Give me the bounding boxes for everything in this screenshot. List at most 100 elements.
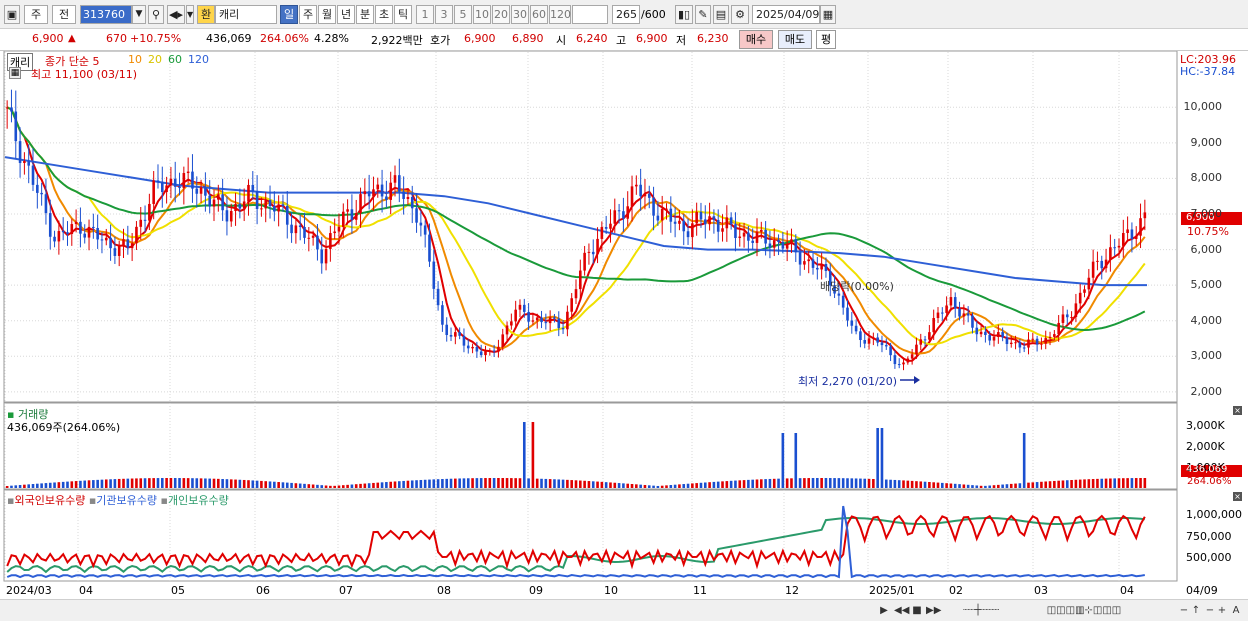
price-tick: 4,000 bbox=[1190, 313, 1223, 327]
volume-bar bbox=[1065, 480, 1069, 488]
gear-icon[interactable]: ⚙ bbox=[731, 5, 749, 24]
forward-icon[interactable]: ▶▶ bbox=[926, 603, 941, 618]
volume-bar bbox=[268, 481, 272, 488]
prev-button[interactable]: 전 bbox=[52, 5, 76, 24]
volume-bar bbox=[186, 478, 190, 488]
candle-body bbox=[932, 318, 935, 333]
candle-body bbox=[160, 182, 164, 193]
candle-body bbox=[708, 216, 711, 225]
calendar-icon[interactable]: ▦ bbox=[820, 5, 836, 24]
table-icon[interactable]: ▦ bbox=[9, 67, 21, 79]
volume-bar bbox=[273, 481, 276, 488]
candle-body bbox=[1104, 259, 1108, 269]
speaker-dropdown-icon[interactable]: ▼ bbox=[186, 5, 194, 24]
volume-bar bbox=[1113, 478, 1116, 488]
stock-name-field[interactable]: 캐리 bbox=[215, 5, 277, 24]
volume-bar bbox=[997, 484, 1000, 488]
volume-bar bbox=[242, 479, 246, 488]
candle-body bbox=[1117, 245, 1121, 248]
zoom-out-icon[interactable]: − bbox=[1204, 603, 1216, 618]
interval-1[interactable]: 1 bbox=[416, 5, 434, 24]
volume-bar bbox=[772, 478, 776, 488]
volume-bar bbox=[841, 478, 845, 488]
zoom-out-small-icon[interactable]: − bbox=[1178, 603, 1190, 618]
volume-bar bbox=[178, 478, 181, 488]
candle-body bbox=[419, 222, 423, 226]
candle-body bbox=[316, 235, 319, 250]
date-input[interactable]: 2025/04/09 bbox=[752, 5, 820, 24]
interval-custom-input[interactable] bbox=[572, 5, 608, 24]
candle-body bbox=[290, 224, 293, 234]
volume-bar bbox=[501, 478, 505, 488]
price-panel-frame bbox=[3, 51, 1178, 403]
candle-body bbox=[613, 210, 617, 224]
candle-body bbox=[186, 171, 190, 174]
volume-bar bbox=[932, 482, 935, 488]
bid-label: 호가 bbox=[430, 34, 451, 47]
up-triangle-icon: ▲ bbox=[68, 33, 76, 44]
close-holdings-icon[interactable]: × bbox=[1233, 492, 1242, 501]
chart-area[interactable]: 캐리 종가 단순 5 10 20 60 120 ▦ 최고 11,100 (03/… bbox=[0, 51, 1248, 599]
interval-20[interactable]: 20 bbox=[492, 5, 510, 24]
volume-bar bbox=[204, 478, 207, 488]
price-tick: 3,000 bbox=[1190, 349, 1223, 363]
volume-bar bbox=[591, 481, 595, 488]
last-pct-label: 10.75% bbox=[1187, 225, 1229, 238]
volume-bar bbox=[936, 482, 940, 488]
volume-bar bbox=[350, 484, 354, 488]
volume-bar bbox=[522, 422, 526, 488]
chart-canvas[interactable] bbox=[0, 51, 1248, 599]
market-select[interactable]: 주 bbox=[24, 5, 48, 24]
candle-icon[interactable]: ▮▯ bbox=[675, 5, 693, 24]
interval-5[interactable]: 5 bbox=[454, 5, 472, 24]
tool-icons[interactable]: ◫◫◫▥⊹◫◫◫ bbox=[1024, 603, 1144, 618]
period-year[interactable]: 년 bbox=[337, 5, 355, 24]
stock-code-input[interactable]: 313760 bbox=[80, 5, 132, 24]
open-label: 시 bbox=[556, 34, 567, 47]
period-minute[interactable]: 분 bbox=[356, 5, 374, 24]
count-input[interactable]: 265 bbox=[612, 5, 640, 24]
save-icon[interactable]: ▤ bbox=[713, 5, 729, 24]
volume-bar bbox=[600, 481, 604, 488]
interval-30[interactable]: 30 bbox=[511, 5, 529, 24]
search-icon[interactable]: ⚲ bbox=[148, 5, 164, 24]
candle-body bbox=[139, 219, 143, 227]
interval-120[interactable]: 120 bbox=[549, 5, 571, 24]
period-tick[interactable]: 틱 bbox=[394, 5, 412, 24]
period-second[interactable]: 초 bbox=[375, 5, 393, 24]
candle-body bbox=[703, 219, 707, 225]
pencil-icon[interactable]: ✎ bbox=[695, 5, 711, 24]
volume-bar bbox=[854, 478, 858, 488]
code-dropdown-icon[interactable]: ▼ bbox=[132, 5, 146, 24]
interval-60[interactable]: 60 bbox=[530, 5, 548, 24]
interval-10[interactable]: 10 bbox=[473, 5, 491, 24]
volume-bar bbox=[475, 478, 479, 488]
eval-button[interactable]: 평 bbox=[816, 30, 836, 49]
period-day[interactable]: 일 bbox=[280, 5, 298, 24]
interval-3[interactable]: 3 bbox=[435, 5, 453, 24]
stop-icon[interactable]: ■ bbox=[911, 603, 923, 618]
play-icon[interactable]: ▶ bbox=[878, 603, 890, 618]
candle-body bbox=[1035, 338, 1039, 345]
rewind-icon[interactable]: ◀◀ bbox=[894, 603, 909, 618]
sell-button[interactable]: 매도 bbox=[778, 30, 812, 49]
zoom-in-icon[interactable]: + bbox=[1216, 603, 1228, 618]
period-week[interactable]: 주 bbox=[299, 5, 317, 24]
volume-bar bbox=[712, 481, 716, 488]
period-month[interactable]: 월 bbox=[318, 5, 336, 24]
zoom-slider[interactable]: ┈┈┼┈┈┈ bbox=[946, 603, 1016, 618]
buy-button[interactable]: 매수 bbox=[739, 30, 773, 49]
candle-body bbox=[5, 107, 9, 109]
volume-bar bbox=[738, 480, 742, 488]
close-panel-icon[interactable]: × bbox=[1233, 406, 1242, 415]
speaker-icon[interactable]: ◀▸ bbox=[167, 5, 185, 24]
move-icon[interactable]: ↑ bbox=[1190, 603, 1202, 618]
menu-icon[interactable]: ▣ bbox=[4, 5, 20, 24]
candle-body bbox=[488, 350, 492, 352]
candle-body bbox=[600, 227, 604, 239]
fav-flag[interactable]: 환 bbox=[197, 5, 215, 24]
text-size-icon[interactable]: A bbox=[1229, 603, 1243, 618]
date-tick: 06 bbox=[256, 584, 270, 597]
candle-body bbox=[449, 334, 453, 337]
candle-body bbox=[579, 270, 582, 290]
